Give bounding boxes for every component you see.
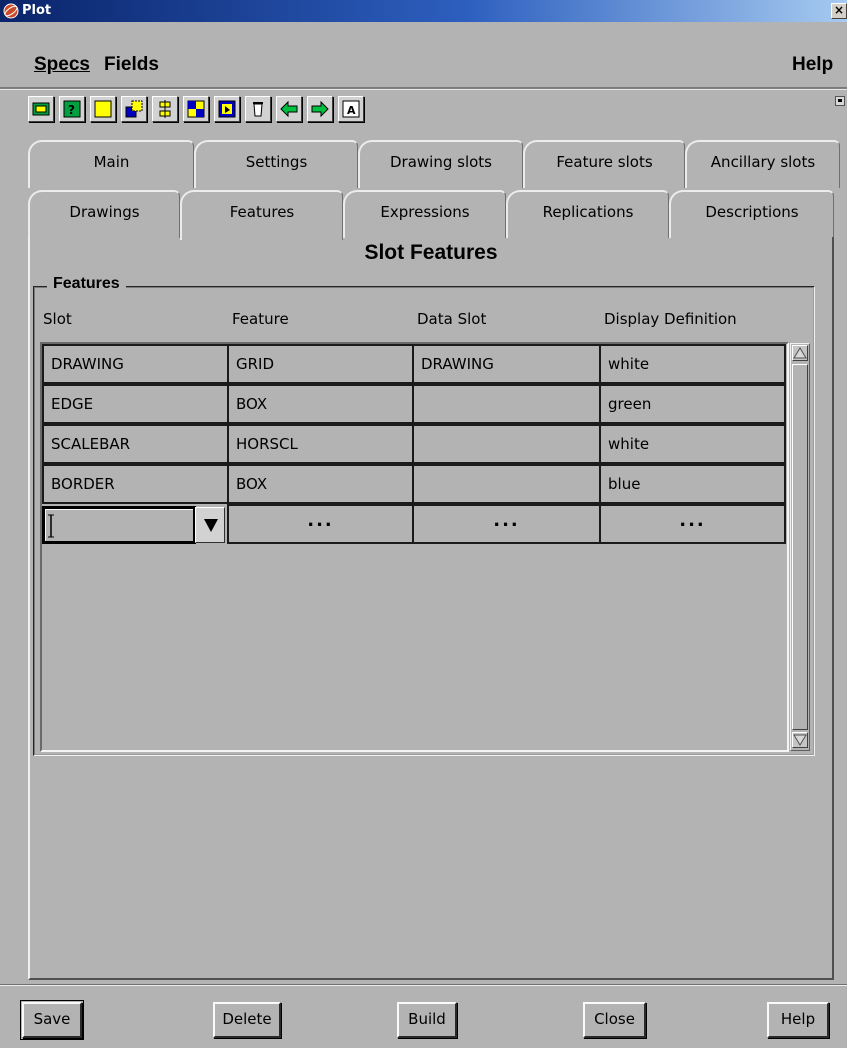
table-cell-display-definition[interactable]: blue — [599, 464, 786, 504]
new-data-slot-cell[interactable]: ... — [412, 504, 601, 544]
tab-settings[interactable]: Settings — [194, 140, 358, 188]
table-vertical-scrollbar[interactable] — [790, 343, 810, 751]
menu-fields-label: Fields — [104, 54, 159, 75]
menu-help[interactable]: Help — [792, 50, 833, 80]
table-cell-data-slot[interactable] — [412, 464, 601, 504]
table-cell-display-definition[interactable]: white — [599, 344, 786, 384]
bottom-button-bar: Save Delete Build Close Help — [0, 984, 847, 1048]
forward-arrow-icon[interactable] — [307, 96, 333, 122]
table-cell-feature[interactable]: BOX — [227, 464, 414, 504]
column-header-slot: Slot — [43, 310, 72, 328]
menu-specs[interactable]: Specs — [34, 50, 90, 80]
tab-features[interactable]: Features — [180, 190, 343, 240]
new-slot-input[interactable] — [42, 506, 196, 544]
bottom-separator — [0, 984, 847, 986]
help-button[interactable]: Help — [767, 1002, 829, 1038]
tab-drawings[interactable]: Drawings — [28, 190, 180, 238]
align-icon[interactable] — [152, 96, 178, 122]
scrollbar-thumb[interactable] — [792, 364, 808, 730]
table-cell-display-definition[interactable]: white — [599, 424, 786, 464]
column-header-data-slot: Data Slot — [417, 310, 487, 328]
toolbar-detach-icon[interactable] — [835, 96, 845, 106]
table-cell-display-definition[interactable]: green — [599, 384, 786, 424]
menu-fields[interactable]: Fields — [104, 50, 159, 80]
open-icon[interactable] — [28, 96, 54, 122]
scroll-down-icon[interactable] — [792, 732, 808, 748]
menu-specs-label: Specs — [34, 54, 90, 75]
arrange-icon[interactable] — [183, 96, 209, 122]
panel-title: Slot Features — [364, 241, 498, 264]
table-cell-slot[interactable]: EDGE — [42, 384, 229, 424]
delete-button[interactable]: Delete — [213, 1002, 281, 1038]
svg-text:A: A — [347, 104, 356, 117]
table-cell-slot[interactable]: BORDER — [42, 464, 229, 504]
close-button[interactable]: Close — [583, 1002, 646, 1038]
app-logo-icon — [3, 3, 19, 19]
features-groupbox: Features Slot Feature Data Slot Display … — [33, 275, 815, 756]
table-cell-slot[interactable]: DRAWING — [42, 344, 229, 384]
menubar: Specs Fields Help — [0, 50, 847, 88]
copy-icon[interactable] — [121, 96, 147, 122]
features-panel: Slot Features Features Slot Feature Data… — [28, 237, 834, 980]
clear-icon[interactable] — [245, 96, 271, 122]
text-cursor-icon — [47, 513, 55, 539]
svg-text:?: ? — [68, 103, 75, 117]
window-close-button[interactable]: × — [831, 3, 847, 19]
features-table: DRAWING GRID DRAWING white EDGE BOX gree… — [40, 342, 789, 752]
table-cell-data-slot[interactable] — [412, 424, 601, 464]
tab-drawing-slots[interactable]: Drawing slots — [358, 140, 523, 188]
menubar-divider — [0, 88, 847, 90]
help-icon[interactable]: ? — [59, 96, 85, 122]
group-label: Features — [47, 275, 126, 293]
new-display-definition-cell[interactable]: ... — [599, 504, 786, 544]
save-button[interactable]: Save — [20, 1000, 84, 1040]
build-button[interactable]: Build — [397, 1002, 457, 1038]
table-cell-feature[interactable]: BOX — [227, 384, 414, 424]
text-icon[interactable]: A — [338, 96, 364, 122]
menu-help-label: Help — [792, 54, 834, 75]
slot-dropdown-button[interactable] — [195, 507, 225, 543]
tab-descriptions[interactable]: Descriptions — [669, 190, 834, 238]
table-cell-slot[interactable]: SCALEBAR — [42, 424, 229, 464]
table-cell-feature[interactable]: GRID — [227, 344, 414, 384]
tab-main[interactable]: Main — [28, 140, 194, 188]
tab-feature-slots[interactable]: Feature slots — [523, 140, 685, 188]
tab-ancillary-slots[interactable]: Ancillary slots — [685, 140, 840, 188]
chevron-down-icon — [203, 517, 219, 537]
table-cell-data-slot[interactable] — [412, 384, 601, 424]
column-header-feature: Feature — [232, 310, 289, 328]
table-cell-data-slot[interactable]: DRAWING — [412, 344, 601, 384]
table-cell-feature[interactable]: HORSCL — [227, 424, 414, 464]
tab-expressions[interactable]: Expressions — [343, 190, 506, 238]
column-header-display-definition: Display Definition — [604, 310, 737, 328]
new-icon[interactable] — [90, 96, 116, 122]
back-arrow-icon[interactable] — [276, 96, 302, 122]
tab-replications[interactable]: Replications — [506, 190, 669, 238]
scroll-up-icon[interactable] — [792, 345, 808, 361]
window-titlebar: Plot × — [0, 0, 847, 22]
window-title: Plot — [22, 3, 52, 18]
select-icon[interactable] — [214, 96, 240, 122]
new-feature-cell[interactable]: ... — [227, 504, 414, 544]
